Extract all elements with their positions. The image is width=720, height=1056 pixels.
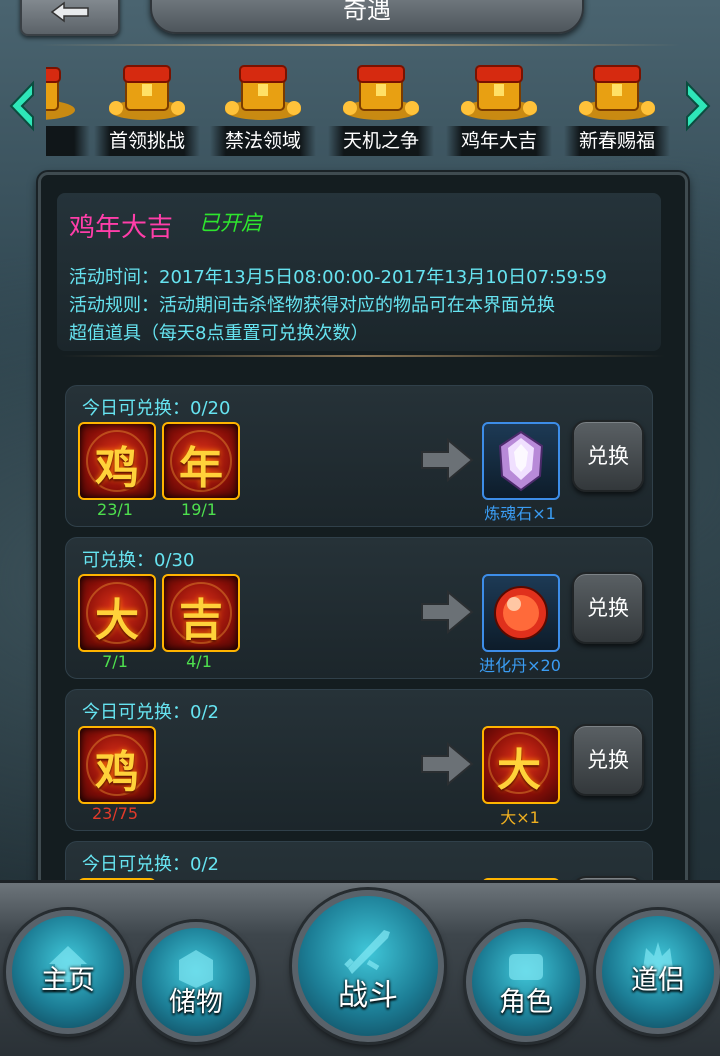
treasure-chest-icon — [579, 65, 655, 120]
event-panel: 鸡年大吉 已开启 活动时间：2017年13月5日08:00:00-2017年13… — [38, 172, 688, 898]
nav-label: 主页 — [41, 965, 95, 996]
tab-partial[interactable]: 炼 — [46, 50, 90, 160]
item-glyph: 大 — [497, 745, 541, 796]
nav-label: 道侣 — [631, 965, 685, 996]
nav-storage[interactable]: 储物 — [136, 922, 256, 1042]
item-glyph: 鸡 — [95, 747, 139, 798]
event-tabs: 炼 首领挑战 禁法领域 — [46, 50, 676, 160]
back-arrow-icon — [50, 1, 89, 23]
exchange-row: 可兑换：0/30 大 7/1 吉 4/1 进化丹×20 兑换 — [65, 537, 653, 679]
arrow-right-icon — [421, 590, 474, 634]
material-item[interactable]: 吉 — [162, 574, 240, 652]
treasure-chest-icon — [461, 65, 537, 120]
tab-label: 禁法领域 — [210, 126, 316, 156]
treasure-chest-icon — [343, 65, 419, 120]
material-item[interactable]: 鸡 — [78, 726, 156, 804]
tab-forbidden-domain[interactable]: 禁法领域 — [210, 50, 316, 160]
bottom-nav: 主页 储物 战斗 角色 道侣 — [0, 870, 720, 1056]
material-item[interactable]: 大 — [78, 574, 156, 652]
tab-label: 炼 — [46, 126, 90, 156]
reward-frame: 大 — [482, 726, 556, 800]
exchange-limit: 今日可兑换：0/20 — [82, 398, 231, 419]
tab-boss-challenge[interactable]: 首领挑战 — [94, 50, 200, 160]
event-title: 鸡年大吉 — [69, 213, 174, 243]
item-count: 23/75 — [91, 804, 139, 823]
reward-name: 大×1 — [500, 808, 540, 827]
treasure-chest-icon — [225, 65, 301, 120]
exchange-list[interactable]: 今日可兑换：0/20 鸡 23/1 年 19/1 炼魂石×1 兑换 可兑换：0/… — [65, 385, 653, 883]
nav-label: 战斗 — [338, 978, 398, 1013]
exchange-button[interactable]: 兑换 — [572, 572, 644, 644]
arrow-right-icon — [421, 742, 474, 786]
reward-name: 炼魂石×1 — [484, 504, 556, 523]
nav-battle[interactable]: 战斗 — [292, 890, 444, 1042]
orb-icon — [494, 586, 548, 640]
treasure-chest-icon — [109, 65, 185, 120]
item-count: 7/1 — [102, 652, 128, 671]
tab-label: 新春赐福 — [564, 126, 670, 156]
reward-item[interactable] — [482, 574, 560, 652]
material-item[interactable]: 年 — [162, 422, 240, 500]
scroll-right-button[interactable] — [682, 76, 714, 136]
strip-divider — [40, 44, 680, 46]
nav-home[interactable]: 主页 — [6, 910, 130, 1034]
arrow-right-icon — [421, 438, 474, 482]
chevron-left-icon — [9, 80, 34, 132]
reward-item[interactable] — [482, 422, 560, 500]
back-button[interactable] — [20, 0, 120, 36]
exchange-row: 今日可兑换：0/2 鸡 23/75 大 大×1 兑换 — [65, 689, 653, 831]
nav-companion[interactable]: 道侣 — [596, 910, 720, 1034]
tab-label: 鸡年大吉 — [446, 126, 552, 156]
item-count: 23/1 — [97, 500, 133, 519]
reward-item[interactable]: 大 — [482, 726, 560, 804]
tab-heaven-contest[interactable]: 天机之争 — [328, 50, 434, 160]
exchange-button[interactable]: 兑换 — [572, 724, 644, 796]
item-count: 19/1 — [181, 500, 217, 519]
scroll-left-button[interactable] — [6, 76, 38, 136]
top-bar: 奇遇 — [0, 0, 720, 42]
material-item[interactable]: 鸡 — [78, 422, 156, 500]
tab-label: 首领挑战 — [94, 126, 200, 156]
page-title: 奇遇 — [343, 0, 391, 24]
exchange-limit: 可兑换：0/30 — [82, 550, 195, 571]
item-glyph: 吉 — [179, 595, 223, 646]
gem-icon — [498, 430, 544, 492]
section-divider — [61, 355, 665, 357]
tab-rooster-fortune[interactable]: 鸡年大吉 — [446, 50, 552, 160]
event-tab-strip: 炼 首领挑战 禁法领域 — [0, 42, 720, 160]
exchange-row: 今日可兑换：0/20 鸡 23/1 年 19/1 炼魂石×1 兑换 — [65, 385, 653, 527]
item-glyph: 年 — [179, 443, 223, 494]
treasure-chest-icon — [46, 67, 75, 120]
nav-label: 角色 — [499, 987, 553, 1018]
chevron-right-icon — [686, 80, 711, 132]
item-glyph: 大 — [95, 595, 139, 646]
event-info-card: 鸡年大吉 已开启 活动时间：2017年13月5日08:00:00-2017年13… — [57, 193, 661, 351]
event-rule-cont: 超值道具（每天8点重置可兑换次数） — [69, 323, 369, 344]
event-rule: 活动规则：活动期间击杀怪物获得对应的物品可在本界面兑换 — [69, 295, 555, 316]
nav-character[interactable]: 角色 — [466, 922, 586, 1042]
nav-label: 储物 — [169, 987, 223, 1018]
tab-new-year-blessing[interactable]: 新春赐福 — [564, 50, 670, 160]
page-title-plate: 奇遇 — [150, 0, 584, 34]
event-time: 活动时间：2017年13月5日08:00:00-2017年13月10日07:59… — [69, 267, 607, 288]
tab-label: 天机之争 — [328, 126, 434, 156]
exchange-button[interactable]: 兑换 — [572, 420, 644, 492]
item-glyph: 鸡 — [95, 443, 139, 494]
exchange-limit: 今日可兑换：0/2 — [82, 702, 219, 723]
reward-name: 进化丹×20 — [479, 656, 561, 675]
event-status: 已开启 — [199, 211, 262, 235]
item-count: 4/1 — [186, 652, 212, 671]
